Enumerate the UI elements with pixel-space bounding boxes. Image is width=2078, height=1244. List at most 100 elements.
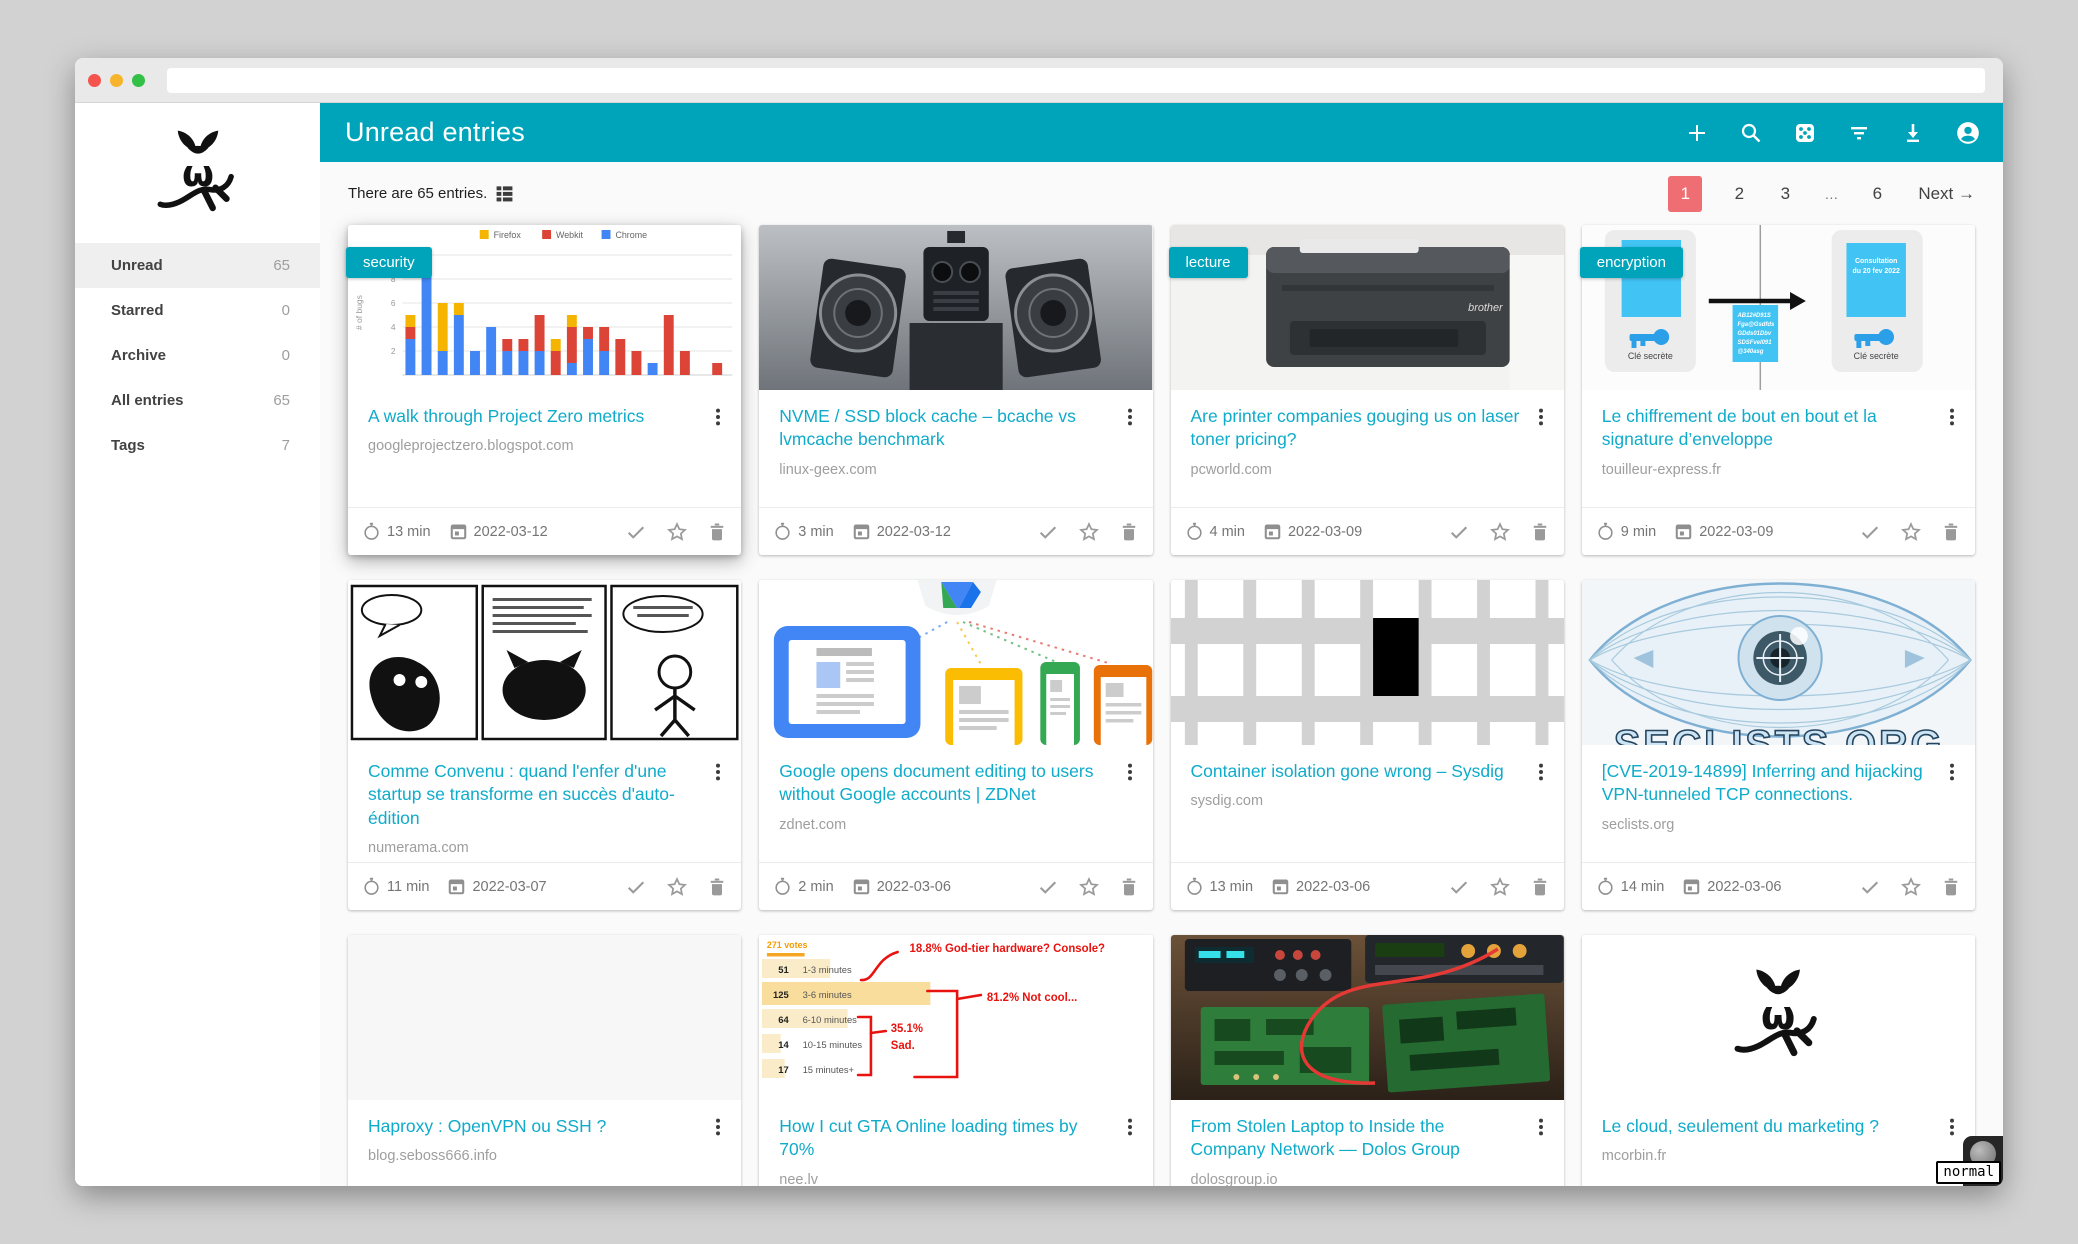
entry-title-link[interactable]: Are printer companies gouging us on lase… <box>1191 405 1524 452</box>
mark-read-icon[interactable] <box>1037 521 1059 543</box>
mark-read-icon[interactable] <box>1448 876 1470 898</box>
account-icon[interactable] <box>1955 120 1981 146</box>
entry-title-link[interactable]: Le chiffrement de bout en bout et la sig… <box>1602 405 1935 452</box>
star-icon[interactable] <box>1900 876 1922 898</box>
delete-icon[interactable] <box>1119 876 1139 898</box>
calendar-icon <box>852 877 871 896</box>
mark-read-icon[interactable] <box>1448 521 1470 543</box>
mark-read-icon[interactable] <box>625 521 647 543</box>
entry-thumbnail[interactable] <box>1171 935 1564 1100</box>
minimize-button[interactable] <box>110 74 123 87</box>
entry-title-link[interactable]: Container isolation gone wrong – Sysdig <box>1191 760 1524 783</box>
kebab-menu-icon[interactable] <box>709 1115 727 1137</box>
tag-badge[interactable]: lecture <box>1169 247 1248 278</box>
export-download-icon[interactable] <box>1901 121 1925 145</box>
sidebar-item-count: 65 <box>273 392 290 409</box>
app-logo[interactable] <box>75 103 320 243</box>
svg-text:125: 125 <box>773 990 789 1001</box>
reading-time-icon <box>773 522 792 541</box>
pagination-page[interactable]: 6 <box>1868 184 1886 204</box>
kebab-menu-icon[interactable] <box>1943 405 1961 427</box>
svg-text:@340asg: @340asg <box>1737 349 1763 355</box>
sidebar-item-tags[interactable]: Tags 7 <box>75 423 320 468</box>
mark-read-icon[interactable] <box>1859 521 1881 543</box>
entry-thumbnail[interactable] <box>759 580 1152 745</box>
entry-title-link[interactable]: [CVE-2019-14899] Inferring and hijacking… <box>1602 760 1935 807</box>
pagination-page[interactable]: 3 <box>1776 184 1794 204</box>
kebab-menu-icon[interactable] <box>1121 405 1139 427</box>
delete-icon[interactable] <box>1530 876 1550 898</box>
tag-badge[interactable]: security <box>346 247 432 278</box>
delete-icon[interactable] <box>707 521 727 543</box>
entry-title-link[interactable]: A walk through Project Zero metrics <box>368 405 701 428</box>
star-icon[interactable] <box>1078 876 1100 898</box>
sidebar-item-all-entries[interactable]: All entries 65 <box>75 378 320 423</box>
entry-thumbnail[interactable] <box>348 935 741 1100</box>
delete-icon[interactable] <box>1941 876 1961 898</box>
filter-icon[interactable] <box>1847 121 1871 145</box>
star-icon[interactable] <box>666 876 688 898</box>
entry-title-link[interactable]: How I cut GTA Online loading times by 70… <box>779 1115 1112 1162</box>
add-entry-icon[interactable] <box>1685 121 1709 145</box>
pagination-page[interactable]: 1 <box>1668 176 1702 212</box>
search-icon[interactable] <box>1739 121 1763 145</box>
sidebar-item-label: All entries <box>111 392 273 409</box>
kebab-menu-icon[interactable] <box>1121 1115 1139 1137</box>
entry-card: SECLISTS.ORG [CVE-2019-14899] Inferring … <box>1582 580 1975 910</box>
kebab-menu-icon[interactable] <box>709 405 727 427</box>
entry-title-link[interactable]: Google opens document editing to users w… <box>779 760 1112 807</box>
entry-title-link[interactable]: From Stolen Laptop to Inside the Company… <box>1191 1115 1524 1162</box>
entry-thumbnail[interactable] <box>1582 935 1975 1100</box>
delete-icon[interactable] <box>707 876 727 898</box>
entry-date: 2022-03-09 <box>1699 524 1773 540</box>
entry-thumbnail[interactable] <box>759 225 1152 390</box>
star-icon[interactable] <box>1078 521 1100 543</box>
mark-read-icon[interactable] <box>1037 876 1059 898</box>
kebab-menu-icon[interactable] <box>1943 760 1961 782</box>
mark-read-icon[interactable] <box>1859 876 1881 898</box>
reading-time-icon <box>362 877 381 896</box>
svg-text:Consultation: Consultation <box>1855 258 1897 265</box>
close-button[interactable] <box>88 74 101 87</box>
star-icon[interactable] <box>666 521 688 543</box>
list-view-icon[interactable] <box>495 184 514 203</box>
entry-title-link[interactable]: Le cloud, seulement du marketing ? <box>1602 1115 1935 1138</box>
entry-thumbnail[interactable] <box>348 580 741 745</box>
reading-time-icon <box>1185 877 1204 896</box>
delete-icon[interactable] <box>1119 521 1139 543</box>
entry-thumbnail[interactable]: 271 votes 511-3 minutes1253-6 minutes646… <box>759 935 1152 1100</box>
url-bar[interactable] <box>167 68 1985 93</box>
kebab-menu-icon[interactable] <box>1943 1115 1961 1137</box>
kebab-menu-icon[interactable] <box>709 760 727 782</box>
star-icon[interactable] <box>1900 521 1922 543</box>
pagination: 123…6Next → <box>1668 176 1975 212</box>
entry-thumbnail[interactable]: SECLISTS.ORG <box>1582 580 1975 745</box>
random-entry-icon[interactable] <box>1793 121 1817 145</box>
delete-icon[interactable] <box>1530 521 1550 543</box>
pagination-page[interactable]: 2 <box>1730 184 1748 204</box>
sidebar-menu: Unread 65 Starred 0 Archive 0 All entrie… <box>75 243 320 468</box>
zoom-button[interactable] <box>132 74 145 87</box>
pagination-next[interactable]: Next → <box>1918 184 1975 204</box>
sidebar-item-starred[interactable]: Starred 0 <box>75 288 320 333</box>
sidebar-item-label: Unread <box>111 257 273 274</box>
svg-text:3-6 minutes: 3-6 minutes <box>803 990 852 1001</box>
mark-read-icon[interactable] <box>625 876 647 898</box>
entry-title-link[interactable]: Haproxy : OpenVPN ou SSH ? <box>368 1115 701 1138</box>
star-icon[interactable] <box>1489 521 1511 543</box>
poll-chart-thumbnail: 271 votes 511-3 minutes1253-6 minutes646… <box>759 935 1152 1100</box>
star-icon[interactable] <box>1489 876 1511 898</box>
kebab-menu-icon[interactable] <box>1532 1115 1550 1137</box>
sidebar-item-archive[interactable]: Archive 0 <box>75 333 320 378</box>
kebab-menu-icon[interactable] <box>1532 760 1550 782</box>
entry-card: NVME / SSD block cache – bcache vs lvmca… <box>759 225 1152 555</box>
entry-thumbnail[interactable] <box>1171 580 1564 745</box>
kebab-menu-icon[interactable] <box>1532 405 1550 427</box>
entry-title-link[interactable]: Comme Convenu : quand l'enfer d'une star… <box>368 760 701 830</box>
browser-window: Unread 65 Starred 0 Archive 0 All entrie… <box>75 58 2003 1186</box>
entry-title-link[interactable]: NVME / SSD block cache – bcache vs lvmca… <box>779 405 1112 452</box>
delete-icon[interactable] <box>1941 521 1961 543</box>
kebab-menu-icon[interactable] <box>1121 760 1139 782</box>
tag-badge[interactable]: encryption <box>1580 247 1683 278</box>
sidebar-item-unread[interactable]: Unread 65 <box>75 243 320 288</box>
